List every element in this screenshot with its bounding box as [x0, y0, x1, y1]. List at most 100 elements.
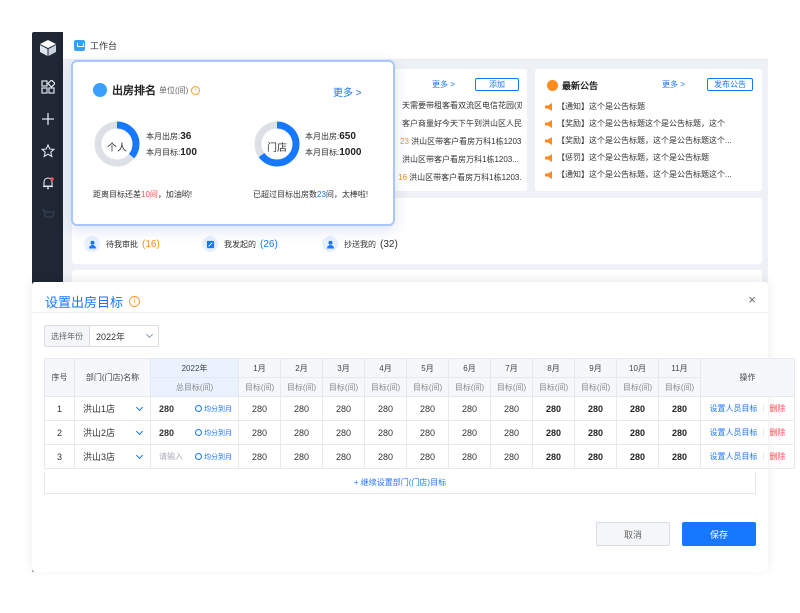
- announcement-row[interactable]: 【奖励】这个是公告标题，这个是公告标题这个...: [545, 135, 732, 146]
- ranking-more-link[interactable]: 更多 >: [333, 84, 362, 99]
- store-label: 门店: [267, 143, 287, 154]
- month-target-input[interactable]: 280: [658, 396, 701, 421]
- announcement-row[interactable]: 【奖励】这个是公告标题这个是公告标题，这个: [545, 118, 725, 129]
- month-target-input[interactable]: 280: [238, 396, 281, 421]
- col-month: 5月: [406, 358, 449, 378]
- month-target-input[interactable]: 280: [616, 444, 659, 469]
- ranking-icon: [93, 83, 107, 97]
- month-target-input[interactable]: 280: [490, 420, 533, 445]
- speaker-icon: [545, 170, 552, 179]
- set-staff-target-link[interactable]: 设置人员目标: [709, 451, 757, 462]
- row-ops: 设置人员目标 | 删除: [700, 444, 795, 469]
- plus-icon[interactable]: [32, 108, 63, 130]
- close-icon[interactable]: ×: [748, 292, 756, 307]
- month-target-input[interactable]: 280: [406, 396, 449, 421]
- personal-month-target: 本月目标:100: [146, 147, 197, 158]
- month-target-input[interactable]: 280: [406, 444, 449, 469]
- announcement-row[interactable]: 【通知】这个是公告标题: [545, 101, 645, 112]
- publish-announcement-button[interactable]: 发布公告: [707, 78, 753, 91]
- info-icon[interactable]: i: [191, 85, 201, 95]
- month-target-input[interactable]: 280: [448, 396, 491, 421]
- table-row: 3 洪山3店 请输入 均分到月 280 280 280 280 280 280 2…: [44, 444, 795, 469]
- month-target-input[interactable]: 280: [238, 444, 281, 469]
- total-target-input[interactable]: 请输入 均分到月: [150, 444, 239, 469]
- delete-link[interactable]: 删除: [770, 403, 786, 414]
- ranking-unit: 单位(间): [159, 85, 189, 95]
- dept-select[interactable]: 洪山2店: [74, 420, 151, 445]
- announcement-row[interactable]: 【通知】这个是公告标题，这个是公告标题这个...: [545, 169, 732, 180]
- total-target-input[interactable]: 280 均分到月: [150, 420, 239, 445]
- month-target-input[interactable]: 280: [574, 420, 617, 445]
- grid-apps-icon[interactable]: [32, 76, 63, 98]
- dept-select[interactable]: 洪山3店: [74, 444, 151, 469]
- col-month: 1月: [238, 358, 281, 378]
- col-month: 11月: [658, 358, 701, 378]
- month-target-input[interactable]: 280: [574, 396, 617, 421]
- month-target-input[interactable]: 280: [490, 396, 533, 421]
- month-target-input[interactable]: 280: [280, 420, 323, 445]
- chevron-down-icon: [145, 330, 154, 339]
- speaker-icon: [545, 153, 552, 162]
- add-more-target-button[interactable]: + 继续设置部门(门店)目标: [44, 472, 756, 494]
- month-target-input[interactable]: 280: [238, 420, 281, 445]
- month-target-input[interactable]: 280: [574, 444, 617, 469]
- month-target-input[interactable]: 280: [532, 444, 575, 469]
- star-icon[interactable]: [32, 140, 63, 162]
- month-target-input[interactable]: 280: [322, 396, 365, 421]
- task-row[interactable]: 客户商量好今天下午到洪山区人民...: [402, 118, 522, 129]
- task-row[interactable]: 23 洪山区带客户看房万科1栋1203...: [400, 136, 522, 147]
- month-target-input[interactable]: 280: [364, 444, 407, 469]
- col-month-sub: 目标(间): [238, 377, 281, 397]
- month-target-input[interactable]: 280: [448, 420, 491, 445]
- speaker-icon: [545, 102, 552, 111]
- month-target-input[interactable]: 280: [616, 420, 659, 445]
- cancel-button[interactable]: 取消: [596, 522, 670, 546]
- average-to-month-button[interactable]: 均分到月: [195, 404, 232, 414]
- col-month: 2月: [280, 358, 323, 378]
- target-table: 序号 部门(门店)名称 2022年 1月 2月 3月 4月 5月 6月 7月 8…: [44, 358, 795, 469]
- info-icon[interactable]: i: [129, 296, 141, 307]
- announcement-row[interactable]: 【惩罚】这个是公告标题，这个是公告标题: [545, 152, 709, 163]
- user-cc-icon: [322, 236, 338, 252]
- year-select[interactable]: 选择年份 2022年: [44, 325, 159, 347]
- delete-link[interactable]: 删除: [770, 451, 786, 462]
- pending-approval-link[interactable]: 待我审批 (16): [84, 236, 160, 252]
- month-target-input[interactable]: 280: [616, 396, 659, 421]
- cart-icon[interactable]: [32, 204, 63, 226]
- col-month-sub: 目标(间): [322, 377, 365, 397]
- average-to-month-button[interactable]: 均分到月: [195, 452, 232, 462]
- month-target-input[interactable]: 280: [322, 420, 365, 445]
- total-target-input[interactable]: 280 均分到月: [150, 396, 239, 421]
- personal-note: 距离目标还差10间，加油哟!: [93, 190, 193, 199]
- month-target-input[interactable]: 280: [532, 396, 575, 421]
- save-button[interactable]: 保存: [682, 522, 756, 546]
- year-select-value[interactable]: 2022年: [90, 326, 158, 346]
- dept-select[interactable]: 洪山1店: [74, 396, 151, 421]
- month-target-input[interactable]: 280: [658, 420, 701, 445]
- task-row[interactable]: 16 洪山区带客户看房万科1栋1203...: [398, 172, 522, 183]
- month-target-input[interactable]: 280: [280, 396, 323, 421]
- month-target-input[interactable]: 280: [280, 444, 323, 469]
- task-row[interactable]: 洪山区带客户看房万科1栋1203...: [402, 154, 522, 165]
- task-row[interactable]: 天需要带租客看双流区电信花园(双...: [402, 100, 522, 111]
- bell-icon[interactable]: [32, 172, 63, 194]
- initiated-by-me-link[interactable]: 我发起的 (26): [202, 236, 278, 252]
- task-more-link[interactable]: 更多 >: [432, 79, 455, 90]
- month-target-input[interactable]: 280: [490, 444, 533, 469]
- month-target-input[interactable]: 280: [406, 420, 449, 445]
- month-target-input[interactable]: 280: [364, 420, 407, 445]
- set-staff-target-link[interactable]: 设置人员目标: [709, 427, 757, 438]
- month-target-input[interactable]: 280: [532, 420, 575, 445]
- delete-link[interactable]: 删除: [770, 427, 786, 438]
- average-to-month-button[interactable]: 均分到月: [195, 428, 232, 438]
- cc-to-me-link[interactable]: 抄送我的 (32): [322, 236, 398, 252]
- month-target-input[interactable]: 280: [658, 444, 701, 469]
- month-target-input[interactable]: 280: [448, 444, 491, 469]
- task-add-button[interactable]: 添加: [475, 78, 519, 91]
- personal-label: 个人: [107, 143, 127, 154]
- set-staff-target-link[interactable]: 设置人员目标: [709, 403, 757, 414]
- clock-icon: [195, 453, 202, 460]
- announcement-more-link[interactable]: 更多 >: [662, 79, 685, 90]
- month-target-input[interactable]: 280: [364, 396, 407, 421]
- month-target-input[interactable]: 280: [322, 444, 365, 469]
